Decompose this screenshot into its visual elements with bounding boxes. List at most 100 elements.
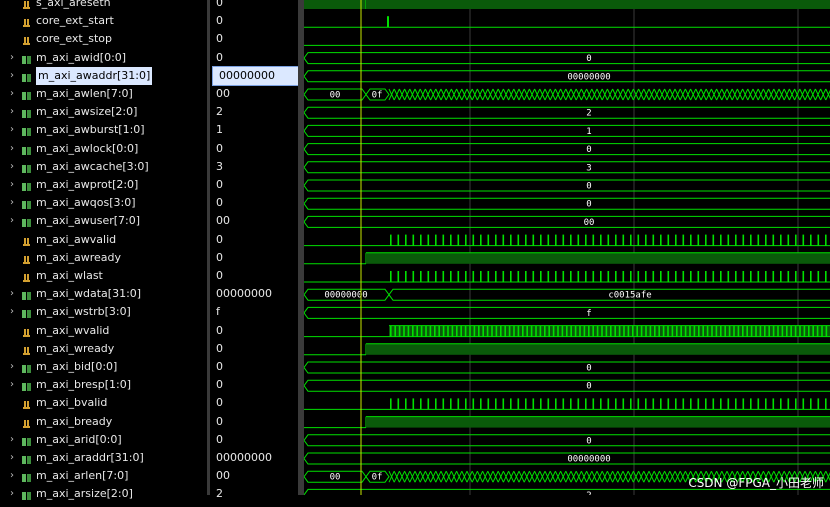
signal-row-m-axi-wvalid[interactable]: m_axi_wvalid: [0, 322, 207, 340]
signal-row-m-axi-awlock00[interactable]: › m_axi_awlock[0:0]: [0, 140, 207, 158]
signal-row-m-axi-awprot20[interactable]: › m_axi_awprot[2:0]: [0, 176, 207, 194]
waveform-panel[interactable]: 0 00000000 00 0f 2 1 0 3 0 0 00 00000000 c0015afe f 0 0…: [304, 0, 830, 495]
expand-chevron-icon[interactable]: ›: [10, 212, 14, 230]
signal-row-m-axi-arid00[interactable]: › m_axi_arid[0:0]: [0, 431, 207, 449]
signal-value: 0: [216, 432, 223, 446]
bus-value-label: 00: [330, 473, 341, 483]
signal-row-m-axi-awid00[interactable]: › m_axi_awid[0:0]: [0, 49, 207, 67]
bus-signal-icon: [22, 307, 32, 319]
signal-row-m-axi-bready[interactable]: m_axi_bready: [0, 413, 207, 431]
expand-chevron-icon[interactable]: ›: [10, 303, 14, 321]
expand-chevron-icon[interactable]: ›: [10, 158, 14, 176]
signal-row-m-axi-arlen70[interactable]: › m_axi_arlen[7:0]: [0, 467, 207, 485]
bit-signal-icon: [22, 0, 32, 9]
waveform-trace: 0: [304, 52, 830, 65]
expand-chevron-icon[interactable]: ›: [10, 194, 14, 212]
signal-name: m_axi_awaddr[31:0]: [36, 66, 153, 85]
expand-chevron-icon[interactable]: ›: [10, 103, 14, 121]
signal-row-m-axi-wstrb30[interactable]: › m_axi_wstrb[3:0]: [0, 303, 207, 321]
bus-value-label: 0: [586, 200, 591, 210]
signal-value: 0: [216, 196, 223, 210]
bus-signal-icon: [22, 471, 32, 483]
waveform-trace: 0: [304, 143, 830, 155]
bus-value-label: 0f: [372, 473, 383, 483]
signal-name: m_axi_awprot[2:0]: [36, 178, 139, 191]
signal-row-core-ext-stop[interactable]: core_ext_stop: [0, 30, 207, 48]
expand-chevron-icon[interactable]: ›: [10, 285, 14, 303]
signal-row-m-axi-bvalid[interactable]: m_axi_bvalid: [0, 394, 207, 412]
signal-row-s-axi-aresetn[interactable]: s_axi_aresetn: [0, 0, 207, 12]
signal-row-core-ext-start[interactable]: core_ext_start: [0, 12, 207, 30]
signal-row-m-axi-wready[interactable]: m_axi_wready: [0, 340, 207, 358]
expand-chevron-icon[interactable]: ›: [10, 85, 14, 103]
waveform-trace: 00000000 c0015afe: [304, 288, 830, 301]
signal-row-m-axi-awcache30[interactable]: › m_axi_awcache[3:0]: [0, 158, 207, 176]
bus-signal-icon: [22, 453, 32, 464]
expand-chevron-icon[interactable]: ›: [10, 176, 14, 194]
bit-signal-icon: [22, 326, 32, 337]
signal-row-m-axi-awvalid[interactable]: m_axi_awvalid: [0, 231, 207, 249]
bus-value-label: 00: [584, 218, 595, 228]
expand-chevron-icon[interactable]: ›: [10, 467, 14, 485]
signal-value: 0: [216, 32, 223, 46]
bit-signal-icon: [22, 34, 32, 46]
signal-name: m_axi_bvalid: [36, 396, 108, 410]
signal-row-m-axi-araddr310[interactable]: › m_axi_araddr[31:0]: [0, 449, 207, 467]
signal-row-m-axi-awsize20[interactable]: › m_axi_awsize[2:0]: [0, 103, 207, 121]
expand-chevron-icon[interactable]: ›: [10, 449, 14, 467]
bus-signal-icon: [22, 289, 32, 301]
signal-value: 00: [216, 469, 230, 483]
bus-signal-icon: [22, 53, 32, 64]
signal-row-m-axi-awuser70[interactable]: › m_axi_awuser[7:0]: [0, 212, 207, 230]
expand-chevron-icon[interactable]: ›: [10, 121, 14, 139]
waveform-trace: [304, 252, 830, 265]
bus-value-label: 0: [586, 382, 591, 392]
signal-row-m-axi-awready[interactable]: m_axi_awready: [0, 249, 207, 267]
signal-name: m_axi_wstrb[3:0]: [36, 305, 131, 319]
signal-name: m_axi_bresp[1:0]: [36, 378, 132, 392]
bus-signal-icon: [22, 89, 32, 100]
signal-value: 0: [216, 232, 223, 246]
signal-row-m-axi-awburst10[interactable]: › m_axi_awburst[1:0]: [0, 121, 207, 139]
bit-signal-icon: [22, 417, 32, 428]
expand-chevron-icon[interactable]: ›: [10, 140, 14, 158]
expand-chevron-icon[interactable]: ›: [10, 376, 14, 394]
signal-row-m-axi-awlen70[interactable]: › m_axi_awlen[7:0]: [0, 85, 207, 103]
signal-row-m-axi-wlast[interactable]: m_axi_wlast: [0, 267, 207, 285]
signal-name: m_axi_arsize[2:0]: [36, 487, 133, 501]
bus-signal-icon: [22, 125, 32, 137]
signal-value: f: [216, 305, 220, 319]
waveform-trace: 0: [304, 179, 830, 192]
expand-chevron-icon[interactable]: ›: [10, 67, 14, 85]
signal-name: m_axi_arlen[7:0]: [36, 469, 129, 483]
signal-value: 0: [216, 50, 223, 64]
signal-row-m-axi-bresp10[interactable]: › m_axi_bresp[1:0]: [0, 376, 207, 394]
signal-name: m_axi_awid[0:0]: [36, 50, 127, 64]
signal-name: m_axi_araddr[31:0]: [36, 451, 144, 464]
watermark: CSDN @FPGA_小田老师: [688, 476, 824, 490]
signal-row-m-axi-bid00[interactable]: › m_axi_bid[0:0]: [0, 358, 207, 376]
expand-chevron-icon[interactable]: ›: [10, 485, 14, 503]
signal-value: 0: [216, 341, 223, 355]
bus-signal-icon: [22, 216, 32, 228]
signal-name: m_axi_bready: [36, 414, 113, 428]
signal-row-m-axi-awqos30[interactable]: › m_axi_awqos[3:0]: [0, 194, 207, 212]
signal-name: m_axi_arid[0:0]: [36, 432, 122, 446]
waveform-trace: 0: [304, 361, 830, 374]
signal-name: m_axi_awlock[0:0]: [36, 141, 139, 155]
expand-chevron-icon[interactable]: ›: [10, 431, 14, 449]
signal-row-m-axi-wdata310[interactable]: › m_axi_wdata[31:0]: [0, 285, 207, 303]
signal-row-m-axi-awaddr310[interactable]: › m_axi_awaddr[31:0]: [0, 66, 207, 85]
waveform-trace: [304, 325, 830, 338]
waveform-canvas[interactable]: 00000000000 0f2103000000000000 c0015afef00…: [304, 0, 830, 495]
signal-value: 0: [216, 269, 223, 282]
signal-name: m_axi_awready: [36, 250, 122, 264]
signal-name: m_axi_awsize[2:0]: [36, 105, 138, 119]
expand-chevron-icon[interactable]: ›: [10, 358, 14, 376]
signal-value: 2: [216, 105, 223, 119]
waveform-trace: 00000000: [304, 452, 830, 465]
signal-name: m_axi_wready: [36, 341, 115, 355]
signal-row-m-axi-arsize20[interactable]: › m_axi_arsize[2:0]: [0, 485, 207, 503]
expand-chevron-icon[interactable]: ›: [10, 49, 14, 67]
bus-signal-icon: [22, 180, 32, 191]
